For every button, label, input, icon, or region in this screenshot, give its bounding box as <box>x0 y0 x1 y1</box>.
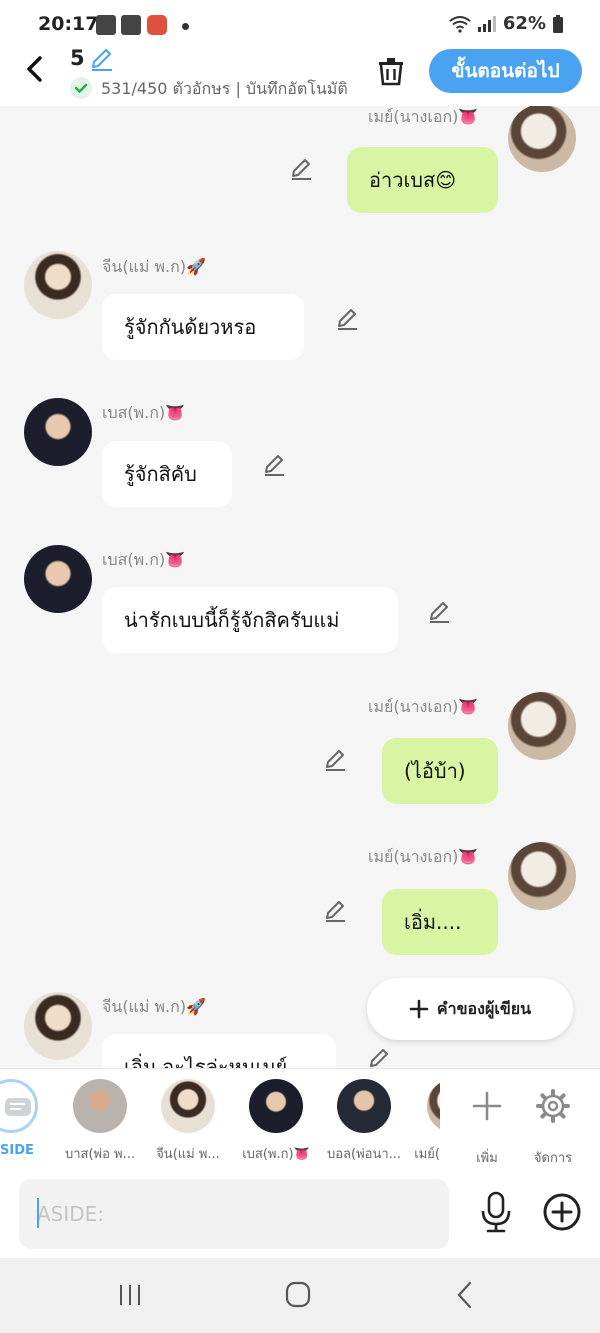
character-item[interactable]: เบส(พ.ก)👅 <box>232 1079 320 1164</box>
system-nav-bar <box>0 1258 600 1333</box>
character-item[interactable]: จีน(แม่ พ... <box>144 1079 232 1164</box>
message-bubble[interactable]: น่ารักเบบนี้ก็รู้จักสิครับแม่ <box>102 587 398 653</box>
edit-message-icon[interactable] <box>426 599 452 625</box>
avatar[interactable] <box>24 251 92 319</box>
message-bubble[interactable]: (ไอ้บ้า) <box>382 738 498 804</box>
character-avatar <box>161 1079 215 1133</box>
nav-back-icon[interactable] <box>446 1278 486 1312</box>
sender-name: จีน(แม่ พ.ก)🚀 <box>102 997 206 1016</box>
sender-name: เมย์(นางเอก)👅 <box>368 847 479 866</box>
character-avatar <box>337 1079 391 1133</box>
avatar[interactable] <box>24 398 92 466</box>
more-notifications-icon <box>182 23 189 30</box>
character-avatar <box>249 1079 303 1133</box>
sender-name: เบส(พ.ก)👅 <box>102 403 186 422</box>
check-notification-icon <box>121 15 141 35</box>
sender-name: จีน(แม่ พ.ก)🚀 <box>102 257 206 276</box>
edit-message-icon[interactable] <box>322 898 348 924</box>
message-input[interactable] <box>19 1179 449 1249</box>
battery-icon <box>553 14 563 33</box>
signal-icon <box>477 15 496 32</box>
aside-character-button[interactable] <box>0 1079 38 1133</box>
message-bubble[interactable]: เอิ่ม.... <box>382 889 498 955</box>
aside-label: SIDE <box>0 1143 34 1158</box>
edit-message-icon[interactable] <box>288 156 314 182</box>
message-bubble[interactable]: เอิ่ม จะไรล่ะหนูเมย์ <box>102 1034 336 1068</box>
autosave-status: 531/450 ตัวอักษร | บันทึกอัตโนมัติ <box>101 79 347 98</box>
character-item[interactable]: บาส(พ่อ พ... <box>56 1079 144 1164</box>
manage-characters-button[interactable]: จัดการ <box>523 1079 583 1168</box>
battery-percent: 62% <box>502 13 546 34</box>
character-label: บอล(พ่อนา... <box>326 1147 402 1162</box>
wifi-icon <box>449 15 471 33</box>
game-notification-icon <box>147 15 167 35</box>
gear-icon <box>536 1089 570 1123</box>
status-right: 62% <box>449 13 564 34</box>
edit-title-icon[interactable] <box>88 46 114 72</box>
next-step-button[interactable]: ขั้นตอนต่อไป <box>429 49 582 93</box>
author-note-label: คำของผู้เขียน <box>436 998 532 1018</box>
status-bar: 20:17 62% <box>0 0 600 50</box>
edit-message-icon[interactable] <box>322 747 348 773</box>
edit-message-icon[interactable] <box>334 306 360 332</box>
sender-name: เบส(พ.ก)👅 <box>102 550 186 569</box>
edit-message-icon[interactable] <box>366 1046 392 1068</box>
avatar[interactable] <box>508 106 576 172</box>
editor-header: 5 531/450 ตัวอักษร | บันทึกอัตโนมัติ ขั้… <box>0 46 600 106</box>
message-bubble[interactable]: รู้จักสิคับ <box>102 441 232 507</box>
manage-label: จัดการ <box>533 1151 573 1166</box>
text-cursor <box>37 1198 39 1228</box>
character-item[interactable]: เมย์( <box>396 1079 440 1164</box>
message-bubble[interactable]: อ่าวเบส😊 <box>347 147 498 213</box>
saved-check-icon <box>70 77 92 99</box>
status-time: 20:17 <box>38 13 99 35</box>
add-media-icon[interactable] <box>541 1191 583 1233</box>
aside-chat-icon <box>5 1098 31 1116</box>
chat-area[interactable]: เมย์(นางเอก)👅 อ่าวเบส😊 จีน(แม่ พ.ก)🚀 รู้… <box>0 106 600 1068</box>
sender-name: เมย์(นางเอก)👅 <box>368 107 479 126</box>
character-avatar <box>73 1079 127 1133</box>
character-label: จีน(แม่ พ... <box>156 1147 220 1162</box>
trash-icon[interactable] <box>374 54 408 88</box>
avatar[interactable] <box>508 842 576 910</box>
character-label: บาส(พ่อ พ... <box>64 1147 136 1162</box>
add-icon <box>472 1091 502 1121</box>
avatar[interactable] <box>508 692 576 760</box>
add-character-button[interactable]: เพิ่ม <box>457 1079 517 1168</box>
character-label: เบส(พ.ก)👅 <box>242 1147 310 1162</box>
character-item[interactable]: บอล(พ่อนา... <box>320 1079 408 1164</box>
plus-icon <box>409 999 429 1019</box>
avatar[interactable] <box>24 545 92 613</box>
recent-apps-icon[interactable] <box>110 1278 150 1312</box>
character-label: เมย์( <box>414 1147 440 1162</box>
add-label: เพิ่ม <box>476 1151 498 1166</box>
character-bar[interactable]: SIDE บาส(พ่อ พ... จีน(แม่ พ... เบส(พ.ก)👅… <box>0 1068 600 1170</box>
image-notification-icon <box>96 15 116 35</box>
microphone-icon[interactable] <box>477 1190 515 1234</box>
back-arrow-icon[interactable] <box>18 52 52 86</box>
character-avatar <box>427 1079 440 1133</box>
chapter-title[interactable]: 5 <box>70 46 85 70</box>
edit-message-icon[interactable] <box>261 452 287 478</box>
home-icon[interactable] <box>278 1278 318 1312</box>
input-bar <box>0 1170 600 1258</box>
avatar[interactable] <box>24 992 92 1060</box>
sender-name: เมย์(นางเอก)👅 <box>368 697 479 716</box>
author-note-button[interactable]: คำของผู้เขียน <box>367 978 573 1040</box>
message-bubble[interactable]: รู้จักกันด้ยวหรอ <box>102 294 304 360</box>
